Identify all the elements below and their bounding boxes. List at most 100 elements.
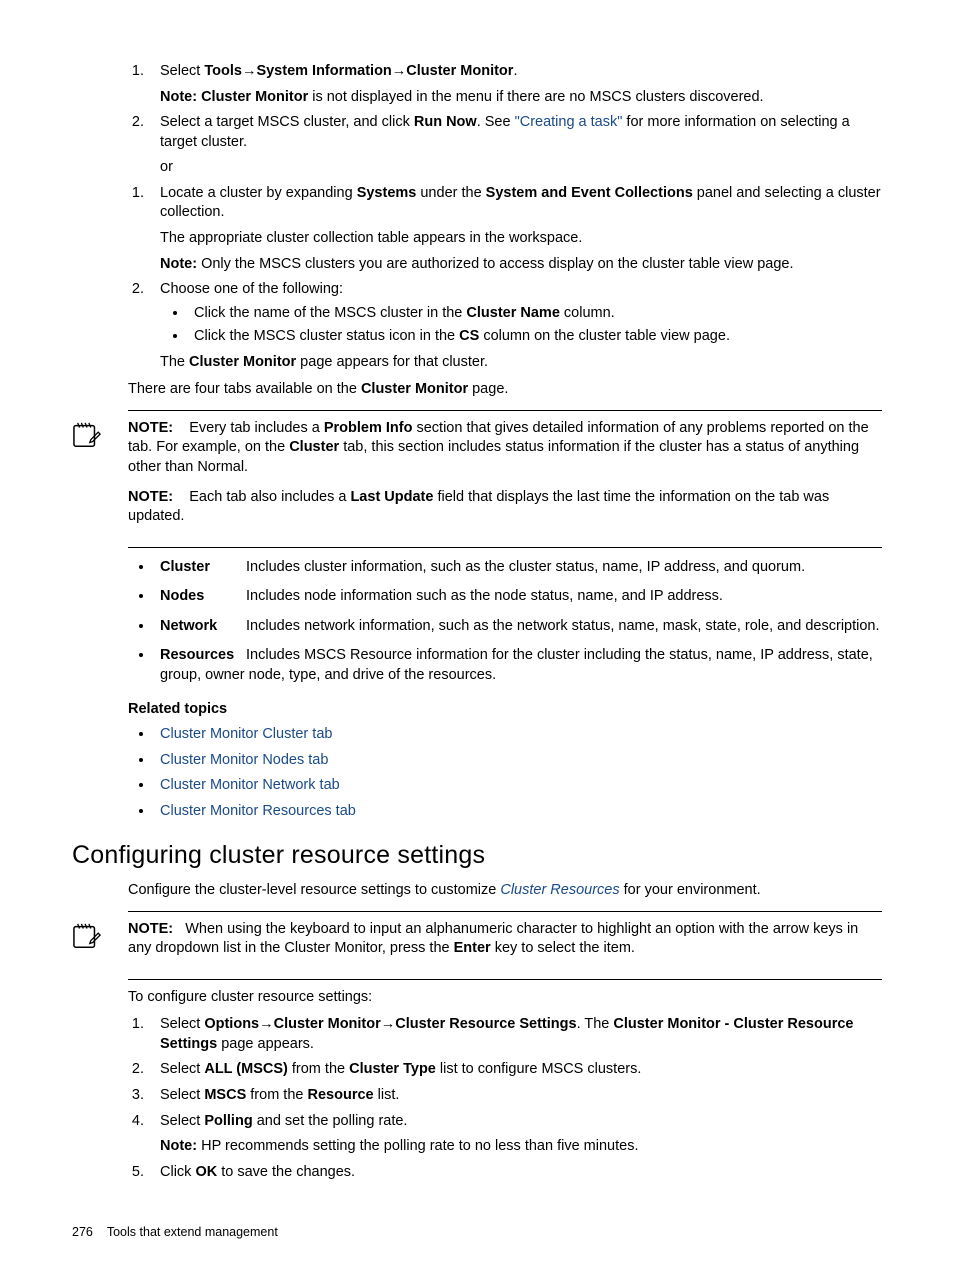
link-item: Cluster Monitor Resources tab [154,802,882,822]
text: Only the MSCS clusters you are authorize… [197,256,793,272]
text: from the [246,1087,307,1103]
last-update-label: Last Update [350,489,433,505]
step-b2-result: The Cluster Monitor page appears for tha… [160,353,882,373]
divider [128,547,882,548]
text: for your environment. [620,882,761,898]
text: There are four tabs available on the [128,381,361,397]
tab-label: Resources [160,646,242,666]
text: column. [560,305,615,321]
tab-resources: Resources Includes MSCS Resource informa… [154,646,882,685]
text: page appears for that cluster. [296,354,488,370]
choice-1: Click the name of the MSCS cluster in th… [188,304,882,324]
polling-label: Polling [204,1113,252,1129]
related-links: Cluster Monitor Cluster tab Cluster Moni… [144,725,882,821]
step-a1: Select Tools→System Information→Cluster … [148,62,882,107]
menu-options: Options [204,1016,259,1032]
text: Click the MSCS cluster status icon in th… [194,328,459,344]
divider [128,979,882,980]
procedure-list-a: Select Tools→System Information→Cluster … [128,62,882,152]
link-item: Cluster Monitor Network tab [154,776,882,796]
section-heading: Configuring cluster resource settings [72,839,882,873]
cluster-type-label: Cluster Type [349,1061,436,1077]
ok-label: OK [195,1164,217,1180]
step-b2: Choose one of the following: Click the n… [148,280,882,372]
menu-path-tools: Tools [204,63,242,79]
link-resources-tab[interactable]: Cluster Monitor Resources tab [160,803,356,819]
menu-cluster-monitor: Cluster Monitor [274,1016,381,1032]
note-2: NOTE: Each tab also includes a Last Upda… [128,488,882,527]
text: Click [160,1164,195,1180]
note-label: Note: [160,1138,197,1154]
step-c1: Select Options→Cluster Monitor→Cluster R… [148,1015,882,1054]
procedure-list-c: Select Options→Cluster Monitor→Cluster R… [128,1015,882,1182]
text: The [160,354,189,370]
note-block-1: NOTE: Every tab includes a Problem Info … [72,419,882,537]
run-now-label: Run Now [414,114,477,130]
text: Locate a cluster by expanding [160,185,357,201]
tab-cluster: Cluster Includes cluster information, su… [154,558,882,578]
text: page appears. [217,1036,314,1052]
step-c3: Select MSCS from the Resource list. [148,1086,882,1106]
tab-desc: Includes network information, such as th… [246,618,879,634]
note-label: NOTE: [128,489,173,505]
note-1: NOTE: Every tab includes a Problem Info … [128,419,882,478]
text: to save the changes. [217,1164,355,1180]
text: HP recommends setting the polling rate t… [197,1138,638,1154]
tab-network: Network Includes network information, su… [154,617,882,637]
text: Each tab also includes a [189,489,350,505]
enter-key-label: Enter [454,940,491,956]
tab-label: Cluster [160,558,242,578]
footer-title: Tools that extend management [107,1225,278,1239]
page-footer: 276 Tools that extend management [72,1224,278,1241]
menu-path-sysinfo: System Information [256,63,391,79]
note-label: Note: Cluster Monitor [160,89,308,105]
cs-col: CS [459,328,479,344]
text: . [513,63,517,79]
related-topics-heading: Related topics [128,700,882,720]
text: Select [160,1061,204,1077]
link-network-tab[interactable]: Cluster Monitor Network tab [160,777,340,793]
systems-label: Systems [357,185,417,201]
link-nodes-tab[interactable]: Cluster Monitor Nodes tab [160,752,328,768]
choice-list: Click the name of the MSCS cluster in th… [178,304,882,347]
step-a1-note: Note: Cluster Monitor is not displayed i… [160,88,882,108]
divider [128,410,882,411]
step-c4-note: Note: HP recommends setting the polling … [160,1137,882,1157]
tab-desc: Includes cluster information, such as th… [246,559,805,575]
resource-list-label: Resource [308,1087,374,1103]
note-3: NOTE: When using the keyboard to input a… [128,920,882,959]
procedure-list-b: Locate a cluster by expanding Systems un… [128,184,882,373]
step-b1-sub: The appropriate cluster collection table… [160,229,882,249]
text: Choose one of the following: [160,281,343,297]
creating-task-link[interactable]: "Creating a task" [515,114,623,130]
problem-info-label: Problem Info [324,420,413,436]
link-cluster-tab[interactable]: Cluster Monitor Cluster tab [160,726,332,742]
text: column on the cluster table view page. [479,328,730,344]
text: . See [477,114,515,130]
text: Configure the cluster-level resource set… [128,882,500,898]
text: from the [288,1061,349,1077]
tab-desc: Includes MSCS Resource information for t… [160,647,873,683]
divider [128,911,882,912]
tab-nodes: Nodes Includes node information such as … [154,587,882,607]
text: Select [160,1087,204,1103]
note-label: NOTE: [128,420,173,436]
tab-label: Network [160,617,242,637]
text: under the [416,185,485,201]
note-label: Note: [160,256,197,272]
note-icon [72,920,128,969]
all-mscs-label: ALL (MSCS) [204,1061,288,1077]
text: is not displayed in the menu if there ar… [308,89,763,105]
text: . The [577,1016,614,1032]
page-number: 276 [72,1225,93,1239]
text: page. [468,381,508,397]
step-a2: Select a target MSCS cluster, and click … [148,113,882,152]
choice-2: Click the MSCS cluster status icon in th… [188,327,882,347]
step-b1: Locate a cluster by expanding Systems un… [148,184,882,274]
link-item: Cluster Monitor Nodes tab [154,751,882,771]
cluster-resources-link[interactable]: Cluster Resources [500,882,619,898]
cluster-monitor-label: Cluster Monitor [189,354,296,370]
cluster-monitor-label: Cluster Monitor [361,381,468,397]
document-page: Select Tools→System Information→Cluster … [0,0,954,1271]
step-b1-note: Note: Only the MSCS clusters you are aut… [160,255,882,275]
